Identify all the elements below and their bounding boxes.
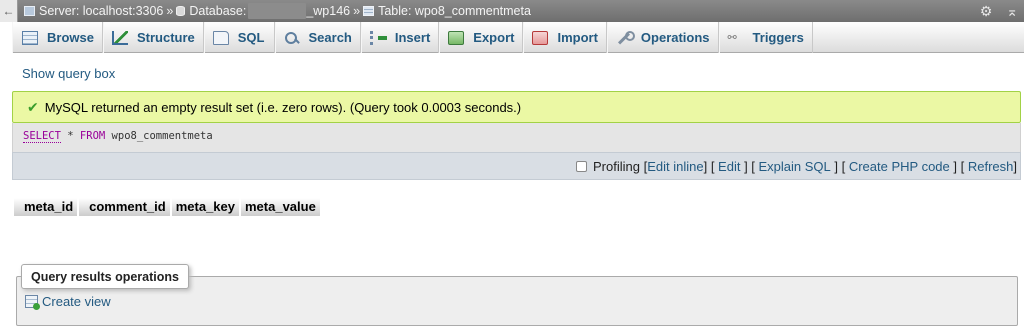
tab-operations-label: Operations xyxy=(640,30,710,45)
explain-sql-link[interactable]: Explain SQL xyxy=(759,159,831,174)
collapse-icon[interactable]: ⌅ xyxy=(1006,3,1018,20)
search-icon xyxy=(284,31,300,45)
checkmark-icon: ✔ xyxy=(27,98,39,115)
server-icon xyxy=(24,6,35,16)
database-suffix[interactable]: _wp146 xyxy=(306,4,350,18)
show-query-box-link[interactable]: Show query box xyxy=(22,66,115,81)
tab-structure-label: Structure xyxy=(136,30,195,45)
top-breadcrumb-bar: ← Server: localhost:3306 » Database: _wp… xyxy=(0,0,1024,22)
create-view-icon xyxy=(25,295,40,310)
tab-insert[interactable]: Insert xyxy=(360,22,440,53)
profiling-checkbox[interactable] xyxy=(576,160,588,172)
settings-gear-icon[interactable]: ⚙ xyxy=(980,3,993,20)
tab-export[interactable]: Export xyxy=(439,22,524,53)
tab-insert-label: Insert xyxy=(394,30,431,45)
import-icon xyxy=(532,30,549,45)
tab-import[interactable]: Import xyxy=(523,22,607,53)
browse-icon xyxy=(22,30,38,45)
query-actions-bar: Profiling [Edit inline] [ Edit ] [ Expla… xyxy=(12,152,1021,180)
back-arrow-icon[interactable]: ← xyxy=(0,0,18,22)
sql-query-display: SELECT * FROM wpo8_commentmeta xyxy=(12,123,1021,152)
export-icon xyxy=(448,30,465,45)
column-header-meta-id[interactable]: meta_id xyxy=(14,198,80,216)
database-icon xyxy=(176,6,186,16)
table-icon xyxy=(363,6,375,16)
server-label[interactable]: Server: localhost:3306 xyxy=(39,4,163,18)
table-label[interactable]: Table: wpo8_commentmeta xyxy=(378,4,531,18)
tab-sql[interactable]: SQL xyxy=(203,22,275,53)
tab-operations[interactable]: Operations xyxy=(606,22,719,53)
tab-sql-label: SQL xyxy=(237,30,265,45)
refresh-link[interactable]: Refresh xyxy=(968,159,1014,174)
sql-keyword-from: FROM xyxy=(79,130,106,142)
result-table-header: meta_id comment_id meta_key meta_value xyxy=(14,198,322,216)
create-view-link[interactable]: Create view xyxy=(25,294,111,310)
triggers-icon: ⚯ xyxy=(727,31,737,44)
database-label[interactable]: Database: xyxy=(189,4,246,18)
breadcrumb-separator: » xyxy=(166,4,174,18)
tab-search-label: Search xyxy=(308,30,352,45)
column-header-comment-id[interactable]: comment_id xyxy=(79,198,172,216)
sql-star: * xyxy=(67,130,74,142)
profiling-label[interactable]: Profiling xyxy=(593,159,640,174)
query-results-operations-title: Query results operations xyxy=(21,264,189,289)
tab-browse-label: Browse xyxy=(47,30,94,45)
tab-triggers[interactable]: ⚯ Triggers xyxy=(718,22,813,53)
sql-table-name: wpo8_commentmeta xyxy=(111,130,213,142)
edit-inline-link[interactable]: Edit inline xyxy=(647,159,703,174)
structure-icon xyxy=(111,30,128,45)
redacted-database-name xyxy=(248,3,307,19)
column-header-meta-key[interactable]: meta_key xyxy=(171,198,241,216)
tab-export-label: Export xyxy=(473,30,515,45)
top-right-controls: ⚙ ⌅ xyxy=(980,3,1018,20)
tab-triggers-label: Triggers xyxy=(752,30,804,45)
breadcrumb-table[interactable]: Table: wpo8_commentmeta xyxy=(363,4,531,18)
tab-import-label: Import xyxy=(557,30,598,45)
breadcrumb-separator: » xyxy=(353,4,361,18)
insert-icon xyxy=(369,30,387,45)
sql-keyword-select[interactable]: SELECT xyxy=(23,130,61,143)
tab-browse[interactable]: Browse xyxy=(12,22,103,53)
sql-icon xyxy=(212,30,229,45)
breadcrumb-server[interactable]: Server: localhost:3306 xyxy=(24,4,163,18)
column-header-meta-value[interactable]: meta_value xyxy=(241,198,322,216)
success-message: ✔ MySQL returned an empty result set (i.… xyxy=(12,91,1021,123)
tab-search[interactable]: Search xyxy=(274,22,361,53)
success-message-text: MySQL returned an empty result set (i.e.… xyxy=(44,99,522,115)
create-view-label[interactable]: Create view xyxy=(42,294,111,309)
edit-link[interactable]: Edit xyxy=(718,159,740,174)
breadcrumb-database[interactable]: Database: _wp146 xyxy=(176,3,350,19)
create-php-code-link[interactable]: Create PHP code xyxy=(849,159,950,174)
table-tabs: Browse Structure SQL Search Insert Expor… xyxy=(12,22,1024,53)
wrench-icon xyxy=(616,30,635,45)
tab-structure[interactable]: Structure xyxy=(102,22,204,53)
